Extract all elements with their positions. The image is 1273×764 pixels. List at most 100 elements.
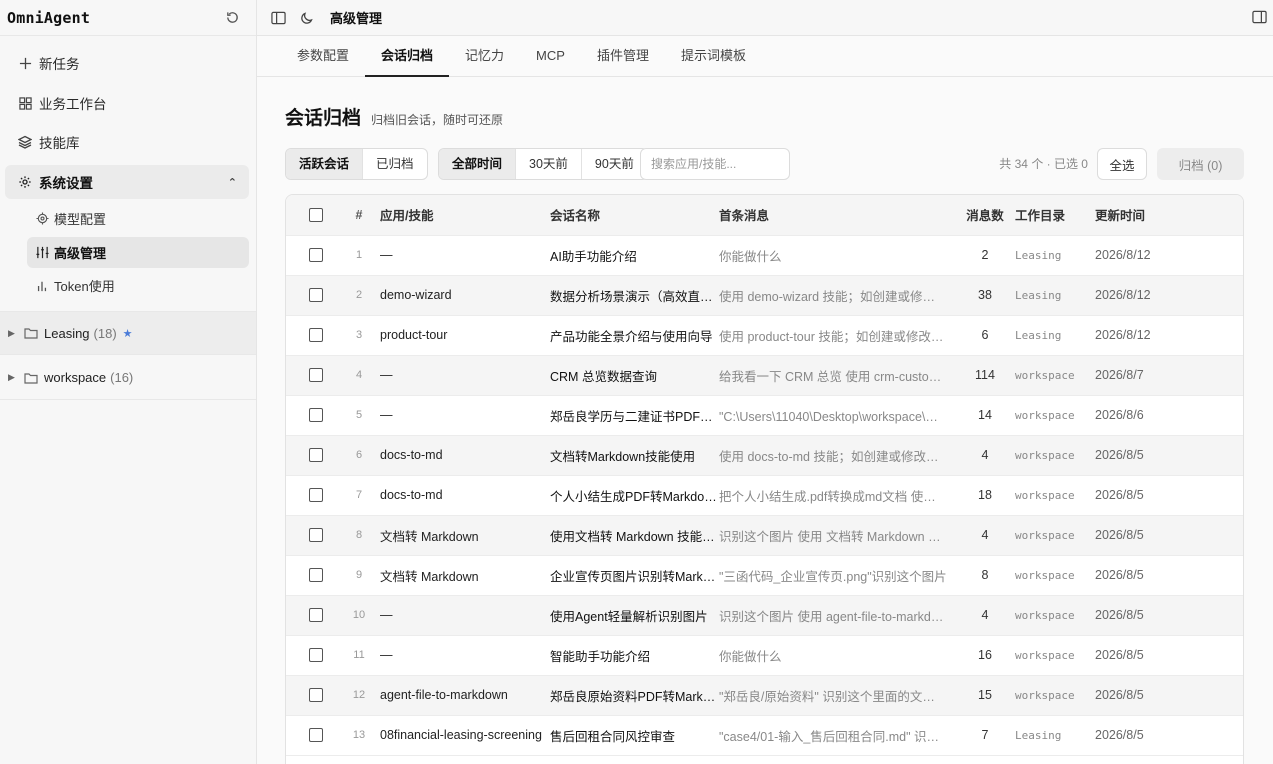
table-row[interactable]: 6 docs-to-md 文档转Markdown技能使用 使用 docs-to-md … <box>286 435 1243 476</box>
nav-advanced-management[interactable]: 高级管理 <box>27 237 249 268</box>
row-updated: 2026/8/5 <box>1095 555 1243 596</box>
row-checkbox[interactable] <box>309 368 323 383</box>
row-app: product-tour <box>380 315 550 356</box>
table-row[interactable]: 10— 使用Agent轻量解析识别图片 识别这个图片 使用 agent-file-t… <box>286 595 1243 636</box>
table-row[interactable]: 8文档转 Markdown使用文档转 Markdown 技能识别图片识别这个图片… <box>286 515 1243 556</box>
row-checkbox[interactable] <box>309 528 323 543</box>
table-row[interactable]: 5— 郑岳良学历与二建证书PDF识别 "C:\Users\11040\Desktop… <box>286 395 1243 436</box>
row-checkbox-cell <box>286 395 338 436</box>
row-app: — <box>380 595 550 636</box>
folder-icon <box>24 327 38 339</box>
filter-90-days[interactable]: 90天前 <box>582 149 647 179</box>
moon-icon[interactable] <box>300 11 314 25</box>
row-checkbox-cell <box>286 355 338 396</box>
nav-label: 技能库 <box>39 136 80 151</box>
table-row[interactable]: 13 08financial-leasing-screening 售后回租合同风控审… <box>286 715 1243 756</box>
row-checkbox[interactable] <box>309 648 323 663</box>
nav-skills[interactable]: 技能库 <box>5 125 249 159</box>
main-content: 会话归档 归档旧会话，随时可还原 活跃会话 已归档 全部时间 30天前 90天前… <box>257 77 1273 764</box>
header-name: 会话名称 <box>550 195 719 236</box>
row-checkbox[interactable] <box>309 728 323 743</box>
sessions-table: # 应用/技能 会话名称 首条消息 消息数 工作目录 更新时间 1— AI助手功能… <box>285 194 1244 764</box>
filter-archived[interactable]: 已归档 <box>363 149 427 179</box>
sidebar-toggle-icon[interactable] <box>271 11 286 25</box>
header-app: 应用/技能 <box>380 195 550 236</box>
table-row[interactable]: 2demo-wizard数据分析场景演示（高效直接交互）使用 demo-wiza… <box>286 275 1243 316</box>
row-updated: 2026/8/5 <box>1095 475 1243 516</box>
status-filter: 活跃会话 已归档 <box>285 148 428 180</box>
row-message-count: 7 <box>955 715 1015 756</box>
nav-label: 新任务 <box>39 57 80 72</box>
nav-workbench[interactable]: 业务工作台 <box>5 86 249 120</box>
table-row[interactable]: 3 product-tour 产品功能全景介绍与使用向导 使用 product-tou… <box>286 315 1243 356</box>
row-checkbox-cell <box>286 555 338 596</box>
page-title: 会话归档 <box>285 108 362 129</box>
refresh-icon[interactable] <box>225 10 240 25</box>
row-checkbox[interactable] <box>309 328 323 343</box>
sidebar-header: OmniAgent <box>0 0 256 36</box>
table-row[interactable]: 7 docs-to-md 个人小结生成PDF转Markdown 把个人小结生成.pdf… <box>286 475 1243 516</box>
row-checkbox-cell <box>286 595 338 636</box>
row-first-message: 使用 product-tour 技能；如创建或修改文件 <box>719 315 955 356</box>
tab-prompt-templates[interactable]: 提示词模板 <box>665 36 762 77</box>
project-leasing[interactable]: ▶ Leasing (18) ★ <box>0 311 256 355</box>
tab-params[interactable]: 参数配置 <box>281 36 365 77</box>
row-first-message: "三函代码_企业宣传页.png"识别这个图片 <box>719 555 955 596</box>
select-all-checkbox[interactable] <box>309 208 323 223</box>
row-index: 1 <box>338 235 380 276</box>
row-directory: workspace <box>1015 435 1095 476</box>
tab-mcp[interactable]: MCP <box>520 36 581 77</box>
page-heading: 高级管理 <box>330 11 383 26</box>
row-checkbox[interactable] <box>309 568 323 583</box>
row-app: demo-wizard <box>380 275 550 316</box>
row-checkbox[interactable] <box>309 288 323 303</box>
row-checkbox[interactable] <box>309 408 323 423</box>
table-row[interactable]: 12 agent-file-to-markdown 郑岳良原始资料PDF转Markd… <box>286 675 1243 716</box>
row-updated: 2026/8/7 <box>1095 355 1243 396</box>
tab-memory[interactable]: 记忆力 <box>449 36 520 77</box>
row-checkbox[interactable] <box>309 448 323 463</box>
row-first-message: 使用 docs-to-md 技能；如创建或修改文件 <box>719 435 955 476</box>
filter-30-days[interactable]: 30天前 <box>516 149 582 179</box>
search-input[interactable] <box>640 148 790 180</box>
row-checkbox[interactable] <box>309 688 323 703</box>
nav-new-task[interactable]: 新任务 <box>5 46 249 80</box>
row-updated: 2026/8/12 <box>1095 275 1243 316</box>
row-index: 2 <box>338 275 380 316</box>
table-header-row: # 应用/技能 会话名称 首条消息 消息数 工作目录 更新时间 <box>286 195 1243 236</box>
row-checkbox-cell <box>286 475 338 516</box>
tab-session-archive[interactable]: 会话归档 <box>365 36 450 77</box>
row-message-count: 38 <box>955 275 1015 316</box>
row-app: agent-file-to-markdown <box>380 675 550 716</box>
archive-button[interactable]: 归档 (0) <box>1157 148 1244 180</box>
row-index: 7 <box>338 475 380 516</box>
row-message-count: 18 <box>955 475 1015 516</box>
row-updated: 2026/8/6 <box>1095 395 1243 436</box>
table-row[interactable]: 1— AI助手功能介绍 你能做什么 2 Leasing 2026/8/12 <box>286 235 1243 276</box>
row-checkbox[interactable] <box>309 608 323 623</box>
project-workspace[interactable]: ▶ workspace (16) <box>0 356 256 400</box>
header-updated: 更新时间 <box>1095 195 1243 236</box>
row-app: docs-to-md <box>380 475 550 516</box>
select-all-button[interactable]: 全选 <box>1097 148 1147 180</box>
row-index: 6 <box>338 435 380 476</box>
row-index: 3 <box>338 315 380 356</box>
nav-model-config[interactable]: 模型配置 <box>27 203 249 234</box>
nav-system-settings[interactable]: 系统设置 ⌃ <box>5 165 249 199</box>
row-index: 4 <box>338 355 380 396</box>
topbar: 高级管理 <box>257 0 1273 36</box>
row-checkbox[interactable] <box>309 248 323 263</box>
row-session-name: 使用Agent轻量解析识别图片 <box>550 595 719 636</box>
filter-active-sessions[interactable]: 活跃会话 <box>286 149 364 179</box>
table-row[interactable]: 11— 智能助手功能介绍 你能做什么 16 workspace 2026/8/5 <box>286 635 1243 676</box>
table-row[interactable]: 9 文档转 Markdown 企业宣传页图片识别转Markdown "三函代码_企业宣… <box>286 555 1243 596</box>
row-directory: workspace <box>1015 675 1095 716</box>
row-checkbox[interactable] <box>309 488 323 503</box>
tab-plugins[interactable]: 插件管理 <box>581 36 665 77</box>
filter-all-time[interactable]: 全部时间 <box>439 149 517 179</box>
table-row[interactable]: 4— CRM 总览数据查询 给我看一下 CRM 总览 使用 crm-customer… <box>286 355 1243 396</box>
row-first-message: 你能做什么 <box>719 235 955 276</box>
row-first-message: "C:\Users\11040\Desktop\workspace\郑岳良 <box>719 395 955 436</box>
nav-token-usage[interactable]: Token使用 <box>27 270 249 301</box>
panel-right-icon[interactable] <box>1252 10 1267 24</box>
